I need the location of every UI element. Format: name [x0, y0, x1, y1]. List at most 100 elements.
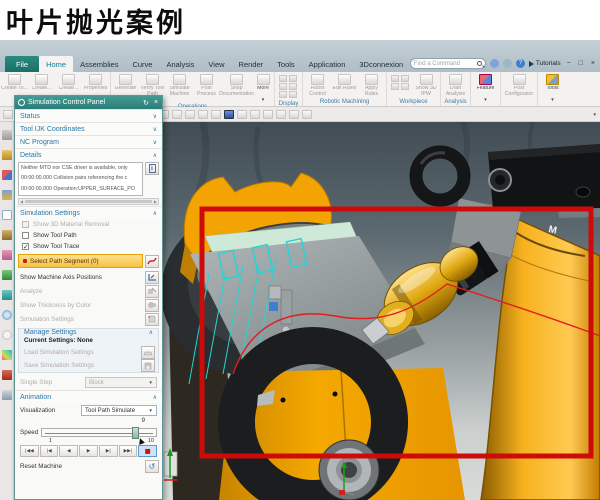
shop-documentation-button[interactable]: Shop Documentation	[220, 73, 253, 98]
details-horizontal-scrollbar[interactable]: ◀ ▶	[18, 198, 159, 205]
section-manage-settings[interactable]: Manage Settings∧	[19, 329, 158, 336]
left-toolbar-icon-10[interactable]	[2, 310, 12, 320]
left-toolbar-icon-7[interactable]	[2, 250, 12, 260]
window-touch-icon[interactable]	[490, 59, 499, 68]
left-toolbar-icon-12[interactable]	[2, 350, 12, 360]
draft-analysis-button[interactable]: Draft Analysis	[442, 73, 469, 98]
analyze-button[interactable]	[145, 285, 159, 298]
scrollbar-thumb[interactable]	[25, 200, 152, 203]
path-segment-button[interactable]	[145, 255, 159, 268]
thickness-by-color-button[interactable]	[145, 299, 159, 312]
cloud-icon[interactable]	[503, 59, 512, 68]
single-step-dropdown[interactable]: Block▼	[85, 377, 157, 388]
left-toolbar-icon-5[interactable]	[2, 210, 12, 220]
display-icon-3[interactable]	[279, 83, 287, 90]
fit-view-icon[interactable]	[224, 110, 234, 119]
reset-machine-button[interactable]: ↺	[145, 460, 159, 473]
visualization-dropdown[interactable]: Tool Path Simulate▼	[81, 405, 157, 416]
workpiece-icon-3[interactable]	[391, 83, 399, 90]
tab-analysis[interactable]: Analysis	[159, 56, 201, 72]
window-icon[interactable]	[276, 110, 286, 119]
display-icon-6[interactable]	[289, 91, 297, 98]
post-process-button[interactable]: Post Process	[193, 73, 220, 98]
scroll-right-icon[interactable]: ▶	[154, 199, 157, 204]
tutorials-button[interactable]: Tutorials	[529, 60, 561, 67]
display-icon-2[interactable]	[289, 75, 297, 82]
tab-render[interactable]: Render	[232, 56, 271, 72]
edit-rules-button[interactable]: Edit Rules	[331, 73, 358, 98]
simulation-settings-button[interactable]	[145, 313, 159, 326]
more-button[interactable]: More▼	[253, 73, 273, 103]
left-toolbar-icon-11[interactable]	[2, 330, 12, 340]
panel-close-icon[interactable]: ×	[153, 99, 159, 106]
left-toolbar-icon-6[interactable]	[2, 230, 12, 240]
section-nc-program[interactable]: NC Program∨	[15, 135, 162, 148]
zoom-icon[interactable]	[198, 110, 208, 119]
left-toolbar-icon-4[interactable]	[2, 190, 12, 200]
left-toolbar-icon-9[interactable]	[2, 290, 12, 300]
section-animation[interactable]: Animation∧	[15, 390, 162, 403]
scroll-left-icon[interactable]: ◀	[20, 199, 23, 204]
save-settings-button[interactable]	[141, 359, 155, 372]
left-toolbar-icon-8[interactable]	[2, 270, 12, 280]
show-3d-ipw-button[interactable]: Show 3D IPW	[413, 73, 439, 98]
feature-button[interactable]: Feature▼	[472, 73, 499, 103]
display-icon-5[interactable]	[279, 91, 287, 98]
section-tool-ijk[interactable]: Tool IJK Coordinates∨	[15, 122, 162, 135]
step-back-single-button[interactable]: |◀	[40, 445, 59, 457]
tab-3dconnexion[interactable]: 3Dconnexion	[352, 56, 410, 72]
restore-button[interactable]: □	[577, 60, 585, 67]
close-button[interactable]: ×	[589, 60, 597, 67]
graphics-viewport[interactable]: M	[163, 122, 600, 500]
details-log[interactable]: Neither MTD nor CSE driver is available,…	[18, 162, 143, 196]
select-path-segment-row[interactable]: Select Path Segment (0)	[18, 254, 143, 268]
display-icon-4[interactable]	[289, 83, 297, 90]
tab-tools[interactable]: Tools	[270, 56, 302, 72]
tab-home[interactable]: Home	[39, 56, 73, 72]
play-backward-button[interactable]: ◀	[59, 445, 78, 457]
go-to-end-button[interactable]: ▶▶|	[119, 445, 138, 457]
tab-view[interactable]: View	[201, 56, 231, 72]
left-toolbar-icon-1[interactable]	[2, 130, 12, 140]
section-details[interactable]: Details∧	[15, 148, 162, 161]
panel-header[interactable]: Simulation Control Panel ↻ ×	[15, 96, 162, 109]
left-toolbar-icon-2[interactable]	[2, 150, 12, 160]
tab-application[interactable]: Application	[302, 56, 353, 72]
left-toolbar-icon-3[interactable]	[2, 170, 12, 180]
stop-button[interactable]: ■	[138, 445, 157, 457]
slider-handle[interactable]	[132, 427, 139, 439]
apply-rules-button[interactable]: Apply Rules	[358, 73, 385, 98]
go-to-start-button[interactable]: |◀◀	[20, 445, 39, 457]
workpiece-icon-4[interactable]	[401, 83, 409, 90]
orbit-icon[interactable]	[185, 110, 195, 119]
machine-axis-positions-button[interactable]	[145, 271, 159, 284]
robot-control-button[interactable]: Robot Control	[304, 73, 331, 98]
shaded-icon[interactable]	[250, 110, 260, 119]
play-forward-button[interactable]: ▶	[79, 445, 98, 457]
step-forward-single-button[interactable]: ▶|	[99, 445, 118, 457]
section-status[interactable]: Status∨	[15, 109, 162, 122]
undock-icon[interactable]: ↻	[142, 99, 150, 107]
snap-icon-3[interactable]	[172, 110, 182, 119]
render-style-icon[interactable]	[289, 110, 299, 119]
tools-button[interactable]: Tools▼	[539, 73, 566, 103]
speed-slider[interactable]	[41, 428, 157, 437]
post-configurator-button[interactable]: Post Configurator	[502, 73, 536, 98]
wireframe-icon[interactable]	[237, 110, 247, 119]
find-command-input[interactable]: Find a Command	[410, 58, 486, 69]
rotate-icon[interactable]	[263, 110, 273, 119]
background-icon[interactable]	[302, 110, 312, 119]
help-icon[interactable]: ?	[516, 59, 525, 68]
left-toolbar-icon-14[interactable]	[2, 390, 12, 400]
details-info-button[interactable]: i	[145, 162, 159, 175]
left-toolbar-icon-13[interactable]	[2, 370, 12, 380]
load-settings-button[interactable]	[141, 346, 155, 359]
simulate-machine-button[interactable]: Simulate Machine	[166, 73, 193, 98]
menu-icon[interactable]	[3, 110, 13, 119]
tab-assemblies[interactable]: Assemblies	[73, 56, 125, 72]
tab-file[interactable]: File	[5, 56, 39, 72]
tab-curve[interactable]: Curve	[125, 56, 159, 72]
checkbox-show-tool-trace[interactable]: ✓ Show Tool Trace	[15, 241, 162, 252]
display-icon-1[interactable]	[279, 75, 287, 82]
section-simulation-settings[interactable]: Simulation Settings∧	[15, 206, 162, 219]
